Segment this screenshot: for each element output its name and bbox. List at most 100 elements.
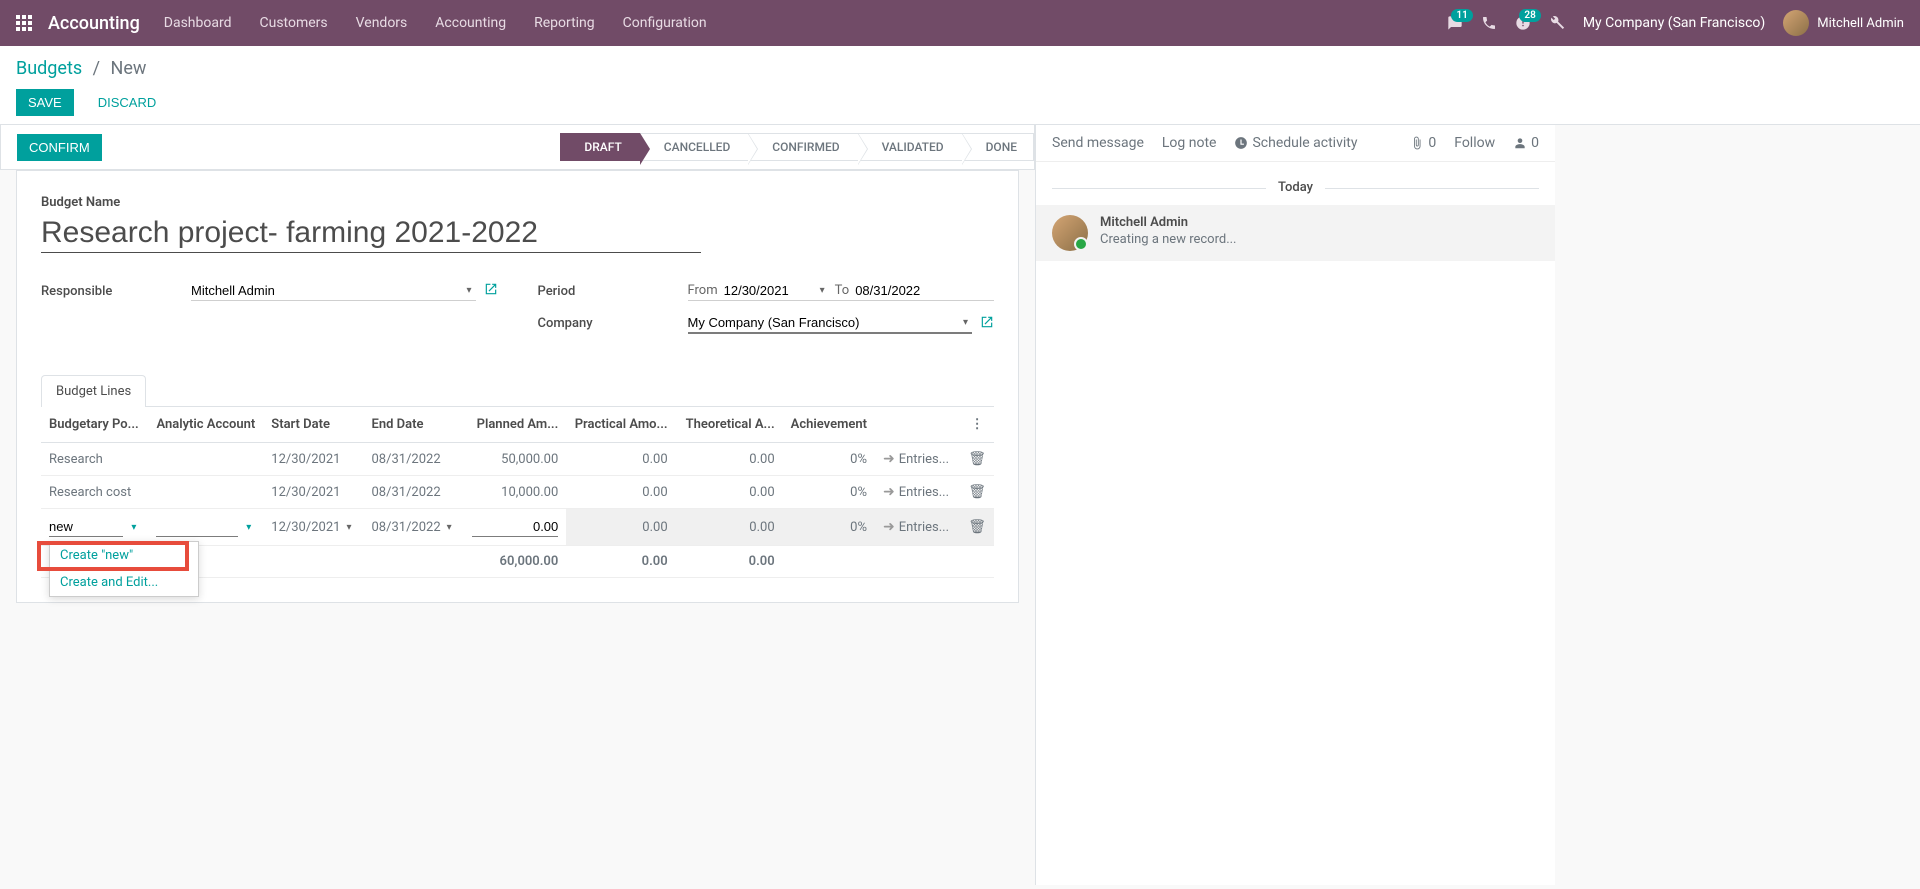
responsible-field[interactable]: ▾ — [191, 281, 476, 301]
nav-reporting[interactable]: Reporting — [534, 15, 595, 31]
planned-input[interactable] — [472, 517, 559, 537]
stage-confirmed[interactable]: CONFIRMED — [748, 133, 858, 161]
user-avatar-icon — [1783, 10, 1809, 36]
nav-accounting[interactable]: Accounting — [435, 15, 506, 31]
breadcrumb-separator: / — [93, 58, 100, 79]
activities-icon[interactable]: 28 — [1515, 15, 1531, 31]
chevron-down-icon[interactable]: ▾ — [127, 522, 140, 533]
followers-button[interactable]: 0 — [1513, 135, 1539, 151]
messages-badge: 11 — [1451, 9, 1472, 22]
responsible-input[interactable] — [191, 283, 462, 298]
chatter-pane: Send message Log note Schedule activity … — [1035, 125, 1555, 885]
period-label: Period — [538, 284, 688, 299]
breadcrumb-current: New — [111, 58, 147, 79]
chevron-down-icon[interactable]: ▾ — [242, 522, 255, 533]
cell-analytic-edit[interactable]: ▾ — [148, 509, 263, 546]
stage-done[interactable]: DONE — [962, 133, 1034, 161]
col-end: End Date — [363, 407, 463, 443]
arrow-right-icon: ➜ — [883, 519, 895, 535]
top-navbar: Accounting Dashboard Customers Vendors A… — [0, 0, 1920, 46]
company-selector[interactable]: My Company (San Francisco) — [1583, 15, 1765, 31]
tab-budget-lines[interactable]: Budget Lines — [41, 375, 146, 407]
budgetary-input[interactable] — [49, 517, 123, 537]
breadcrumb-root[interactable]: Budgets — [16, 58, 82, 79]
chevron-down-icon[interactable]: ▾ — [342, 522, 355, 533]
company-field[interactable]: ▾ — [688, 313, 973, 334]
chevron-down-icon[interactable]: ▾ — [443, 522, 456, 533]
stage-validated[interactable]: VALIDATED — [858, 133, 963, 161]
dropdown-create-edit[interactable]: Create and Edit... — [50, 569, 198, 596]
budget-name-input[interactable] — [41, 214, 701, 253]
phone-icon[interactable] — [1481, 15, 1497, 31]
cell-practical: 0.00 — [566, 443, 675, 476]
kebab-icon[interactable]: ⋮ — [971, 417, 984, 432]
table-row-editing[interactable]: ▾ Create "new" Create and Edit... — [41, 509, 994, 546]
log-message: Creating a new record... — [1100, 232, 1237, 247]
dropdown-create-new[interactable]: Create "new" — [50, 542, 198, 569]
chevron-down-icon[interactable]: ▾ — [959, 317, 972, 328]
cell-start-edit[interactable]: 12/30/2021▾ — [263, 509, 363, 546]
table-row[interactable]: Research 12/30/2021 08/31/2022 50,000.00… — [41, 443, 994, 476]
nav-right: 11 28 My Company (San Francisco) Mitchel… — [1447, 10, 1904, 36]
period-to-input[interactable] — [855, 283, 941, 298]
cell-start: 12/30/2021 — [263, 476, 363, 509]
nav-customers[interactable]: Customers — [260, 15, 328, 31]
arrow-right-icon: ➜ — [883, 484, 895, 500]
trash-icon[interactable]: 🗑 — [968, 519, 986, 535]
discard-button[interactable]: DISCARD — [86, 89, 169, 116]
user-name: Mitchell Admin — [1817, 16, 1904, 31]
attachment-count: 0 — [1428, 135, 1436, 151]
cell-end-edit[interactable]: 08/31/2022▾ — [363, 509, 463, 546]
tabs: Budget Lines — [41, 374, 994, 407]
messages-icon[interactable]: 11 — [1447, 15, 1463, 31]
cell-achievement: 0% — [783, 509, 875, 546]
cell-planned-edit[interactable] — [464, 509, 567, 546]
chevron-down-icon[interactable]: ▾ — [462, 285, 475, 296]
col-planned: Planned Am... — [464, 407, 567, 443]
table-row[interactable]: Research cost 12/30/2021 08/31/2022 10,0… — [41, 476, 994, 509]
total-theoretical: 0.00 — [676, 546, 783, 578]
period-from-label: From — [688, 283, 718, 298]
log-note-button[interactable]: Log note — [1162, 135, 1217, 151]
follower-count: 0 — [1531, 135, 1539, 151]
stage-cancelled[interactable]: CANCELLED — [640, 133, 750, 161]
activities-badge: 28 — [1519, 9, 1540, 22]
company-input[interactable] — [688, 315, 959, 330]
chevron-down-icon[interactable]: ▾ — [816, 285, 829, 296]
author-avatar-icon — [1052, 215, 1088, 251]
trash-icon[interactable]: 🗑 — [968, 484, 986, 500]
responsible-label: Responsible — [41, 284, 191, 299]
send-message-button[interactable]: Send message — [1052, 135, 1144, 151]
period-from-input[interactable] — [724, 283, 810, 298]
follow-button[interactable]: Follow — [1454, 135, 1495, 151]
nav-dashboard[interactable]: Dashboard — [164, 15, 232, 31]
cell-practical: 0.00 — [566, 509, 675, 546]
cell-entries[interactable]: ➜Entries... — [875, 476, 960, 509]
confirm-button[interactable]: CONFIRM — [17, 134, 102, 161]
external-link-icon[interactable] — [484, 282, 498, 300]
brand-title[interactable]: Accounting — [48, 13, 140, 34]
cell-entries[interactable]: ➜Entries... — [875, 509, 960, 546]
trash-icon[interactable]: 🗑 — [968, 451, 986, 467]
nav-vendors[interactable]: Vendors — [356, 15, 408, 31]
col-start: Start Date — [263, 407, 363, 443]
stage-draft[interactable]: DRAFT — [560, 133, 640, 161]
apps-icon[interactable] — [16, 15, 32, 31]
cell-entries[interactable]: ➜Entries... — [875, 443, 960, 476]
cell-achievement: 0% — [783, 443, 875, 476]
debug-icon[interactable] — [1549, 15, 1565, 31]
cell-theoretical: 0.00 — [676, 443, 783, 476]
external-link-icon[interactable] — [980, 315, 994, 333]
nav-configuration[interactable]: Configuration — [623, 15, 707, 31]
cell-budgetary-edit[interactable]: ▾ Create "new" Create and Edit... — [41, 509, 148, 546]
schedule-activity-button[interactable]: Schedule activity — [1234, 135, 1357, 151]
budget-name-label: Budget Name — [41, 195, 994, 210]
col-theoretical: Theoretical A... — [676, 407, 783, 443]
total-planned: 60,000.00 — [464, 546, 567, 578]
user-menu[interactable]: Mitchell Admin — [1783, 10, 1904, 36]
log-author: Mitchell Admin — [1100, 215, 1237, 230]
save-button[interactable]: SAVE — [16, 89, 74, 116]
analytic-input[interactable] — [156, 517, 238, 537]
attachment-button[interactable]: 0 — [1410, 135, 1436, 151]
cell-end: 08/31/2022 — [363, 443, 463, 476]
